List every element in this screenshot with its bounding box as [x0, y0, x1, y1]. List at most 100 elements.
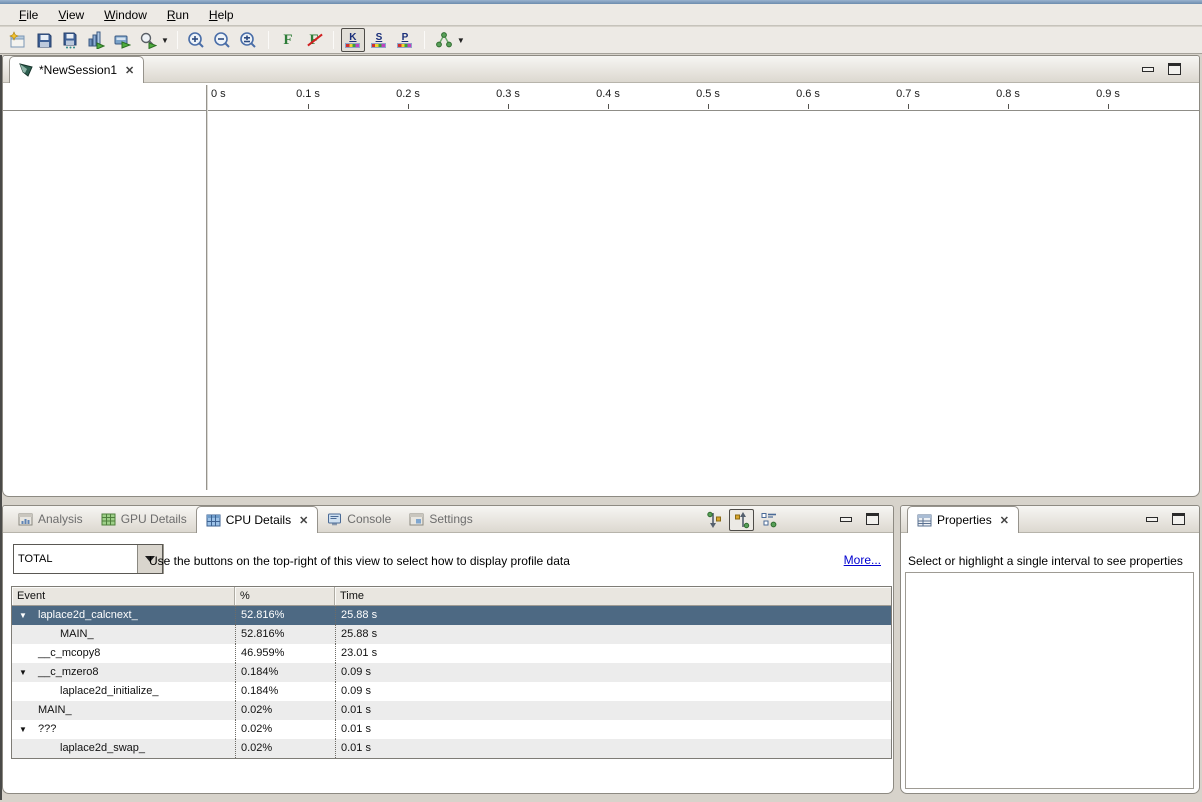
timeline-ruler[interactable]: 0 s0.1 s0.2 s0.3 s0.4 s0.5 s0.6 s0.7 s0.…: [3, 83, 1199, 111]
console-icon: [327, 513, 342, 526]
ruler-tick-label: 0.9 s: [1096, 88, 1120, 100]
table-row[interactable]: MAIN_52.816%25.88 s: [12, 625, 891, 644]
tree-expand-icon: [733, 511, 751, 529]
tab-properties-label: Properties: [937, 513, 992, 527]
ruler-tick-label: 0 s: [211, 88, 226, 100]
table-row[interactable]: __c_mcopy846.959%23.01 s: [12, 644, 891, 663]
callers-view-button[interactable]: [702, 509, 727, 531]
maximize-icon[interactable]: [1168, 63, 1181, 75]
call-tree-dropdown-caret[interactable]: ▼: [457, 36, 465, 45]
event-name: MAIN_: [38, 704, 72, 716]
event-name: laplace2d_swap_: [60, 742, 145, 754]
percent-cell: 52.816%: [235, 606, 335, 625]
session-tab[interactable]: *NewSession1 ✕: [9, 56, 144, 83]
menu-file[interactable]: File: [10, 6, 47, 24]
tab-properties[interactable]: Properties ✕: [907, 506, 1019, 533]
ruler-tick-label: 0.6 s: [796, 88, 820, 100]
ruler-tick-label: 0.2 s: [396, 88, 420, 100]
column-header-event[interactable]: Event: [12, 587, 235, 605]
event-cell: laplace2d_swap_: [12, 739, 235, 758]
clear-markers-button[interactable]: F: [302, 28, 326, 52]
column-header-percent[interactable]: %: [235, 587, 335, 605]
table-row[interactable]: ▼__c_mzero80.184%0.09 s: [12, 663, 891, 682]
call-tree-button[interactable]: [432, 28, 456, 52]
timeline-row-tree-pane[interactable]: [3, 111, 206, 488]
minimize-icon[interactable]: [840, 517, 852, 522]
tab-console[interactable]: Console: [318, 506, 400, 532]
cpu-details-table: Event % Time ▼ laplace2d_calcnext_ 52.816%…: [11, 586, 892, 759]
expand-arrow-icon[interactable]: ▼: [19, 725, 27, 734]
maximize-icon[interactable]: [1172, 513, 1185, 525]
menu-help[interactable]: Help: [200, 6, 243, 24]
cpu-details-icon: [206, 514, 221, 527]
table-row[interactable]: laplace2d_swap_0.02%0.01 s: [12, 739, 891, 758]
close-icon[interactable]: ✕: [1000, 514, 1009, 527]
views-panel: Analysis GPU Details CPU Details ✕: [2, 505, 894, 794]
table-row[interactable]: MAIN_0.02%0.01 s: [12, 701, 891, 720]
profile-application-button[interactable]: [84, 28, 108, 52]
minimize-icon[interactable]: [1142, 67, 1154, 72]
table-row[interactable]: laplace2d_initialize_0.184%0.09 s: [12, 682, 891, 701]
tab-settings[interactable]: Settings: [400, 506, 481, 532]
tab-gpu-details[interactable]: GPU Details: [92, 506, 196, 532]
tree-collapse-icon: [706, 511, 724, 529]
stream-view-button[interactable]: S: [367, 28, 391, 52]
zoom-fit-button[interactable]: [237, 28, 261, 52]
event-name: ???: [38, 723, 56, 735]
settings-icon: [409, 513, 424, 526]
search-dropdown-caret[interactable]: ▼: [161, 36, 169, 45]
close-icon[interactable]: ✕: [125, 64, 134, 77]
add-marker-button[interactable]: F: [276, 28, 300, 52]
zoom-out-button[interactable]: [211, 28, 235, 52]
table-row[interactable]: ▼laplace2d_calcnext_52.816%25.88 s: [12, 606, 891, 625]
search-button[interactable]: [136, 28, 160, 52]
kernel-view-button[interactable]: K: [341, 28, 365, 52]
menu-window[interactable]: Window: [95, 6, 156, 24]
import-icon: [113, 31, 131, 49]
call-tree-icon: [435, 31, 453, 49]
toolbar-separator: [268, 31, 269, 49]
percent-cell: 0.02%: [235, 701, 335, 720]
zoom-in-icon: [187, 31, 206, 50]
main-toolbar: ▼ F F K: [0, 27, 1202, 54]
event-name: laplace2d_calcnext_: [38, 609, 138, 621]
flat-view-button[interactable]: [756, 509, 781, 531]
cpu-table-header: Event % Time: [12, 587, 891, 606]
expand-arrow-icon[interactable]: ▼: [19, 611, 27, 620]
tab-cpu-details[interactable]: CPU Details ✕: [196, 506, 319, 533]
ruler-tick-label: 0.5 s: [696, 88, 720, 100]
zoom-in-button[interactable]: [185, 28, 209, 52]
save-all-button[interactable]: [58, 28, 82, 52]
new-session-button[interactable]: [6, 28, 30, 52]
percent-cell: 0.02%: [235, 739, 335, 758]
new-session-icon: [9, 31, 27, 49]
timeline-canvas[interactable]: [209, 111, 1197, 488]
session-icon: [19, 63, 34, 77]
minimize-icon[interactable]: [1146, 517, 1158, 522]
process-view-button[interactable]: P: [393, 28, 417, 52]
stream-view-icon: S: [371, 33, 386, 48]
column-header-time[interactable]: Time: [335, 587, 891, 605]
percent-cell: 52.816%: [235, 625, 335, 644]
maximize-icon[interactable]: [866, 513, 879, 525]
event-cell: MAIN_: [12, 625, 235, 644]
event-name: __c_mcopy8: [38, 647, 100, 659]
table-row[interactable]: ▼???0.02%0.01 s: [12, 720, 891, 739]
menu-run[interactable]: Run: [158, 6, 198, 24]
toolbar-separator: [333, 31, 334, 49]
zoom-out-icon: [213, 31, 232, 50]
time-cell: 0.09 s: [335, 682, 891, 701]
tab-settings-label: Settings: [429, 512, 472, 526]
expand-arrow-icon[interactable]: ▼: [19, 668, 27, 677]
import-button[interactable]: [110, 28, 134, 52]
tab-analysis[interactable]: Analysis: [9, 506, 92, 532]
profile-data-combobox[interactable]: TOTAL: [13, 544, 163, 574]
pane-divider[interactable]: [206, 85, 208, 490]
save-button[interactable]: [32, 28, 56, 52]
time-cell: 0.09 s: [335, 663, 891, 682]
close-icon[interactable]: ✕: [299, 514, 308, 527]
time-cell: 23.01 s: [335, 644, 891, 663]
menu-view[interactable]: View: [49, 6, 93, 24]
more-link[interactable]: More...: [844, 553, 881, 567]
callees-view-button[interactable]: [729, 509, 754, 531]
